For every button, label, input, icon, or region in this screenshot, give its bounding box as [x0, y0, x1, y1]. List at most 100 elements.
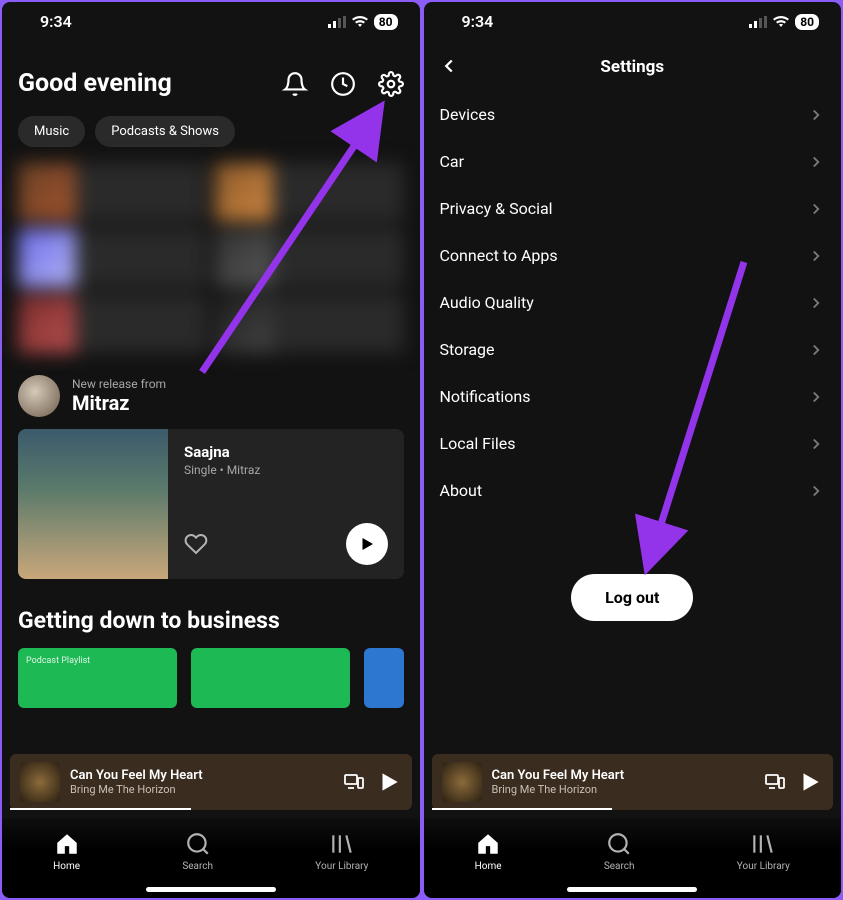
bottom-nav: Home Search Your Library — [2, 818, 420, 898]
now-playing-title: Can You Feel My Heart — [492, 768, 754, 783]
nav-home[interactable]: Home — [475, 831, 502, 872]
battery-level: 80 — [374, 14, 398, 30]
shortcut-tile[interactable] — [215, 295, 404, 353]
progress-bar[interactable] — [432, 808, 613, 810]
podcast-card[interactable] — [364, 648, 404, 708]
settings-row-privacy[interactable]: Privacy & Social — [440, 185, 826, 232]
podcast-badge: Podcast Playlist — [26, 656, 169, 666]
status-icons: 80 — [749, 14, 819, 30]
settings-label: Storage — [440, 340, 495, 359]
devices-icon[interactable] — [342, 770, 366, 794]
home-icon — [54, 831, 80, 857]
settings-label: Devices — [440, 105, 496, 124]
phone-settings: 9:34 80 Settings Devices Car Privacy & S… — [424, 2, 842, 898]
new-release-header[interactable]: New release from Mitraz — [18, 375, 404, 417]
status-time: 9:34 — [40, 12, 72, 31]
devices-icon[interactable] — [763, 770, 787, 794]
nav-search[interactable]: Search — [182, 831, 213, 872]
settings-label: Privacy & Social — [440, 199, 553, 218]
status-time: 9:34 — [462, 12, 494, 31]
nav-library[interactable]: Your Library — [315, 831, 368, 872]
nav-search[interactable]: Search — [604, 831, 635, 872]
now-playing-art — [20, 762, 60, 802]
release-artwork — [18, 429, 168, 579]
settings-row-storage[interactable]: Storage — [440, 326, 826, 373]
chevron-right-icon — [807, 388, 825, 406]
search-icon — [606, 831, 632, 857]
wifi-icon — [772, 15, 790, 28]
bottom-nav: Home Search Your Library — [424, 818, 842, 898]
nav-home-label: Home — [475, 861, 502, 872]
settings-row-devices[interactable]: Devices — [440, 91, 826, 138]
chevron-right-icon — [807, 200, 825, 218]
shortcut-tile[interactable] — [18, 295, 207, 353]
nav-library[interactable]: Your Library — [737, 831, 790, 872]
progress-bar[interactable] — [10, 808, 191, 810]
shortcut-tile[interactable] — [215, 163, 404, 221]
now-playing-bar[interactable]: Can You Feel My Heart Bring Me The Horiz… — [10, 754, 412, 810]
play-icon — [358, 535, 376, 553]
settings-row-connect[interactable]: Connect to Apps — [440, 232, 826, 279]
play-icon[interactable] — [797, 769, 823, 795]
settings-label: Connect to Apps — [440, 246, 558, 265]
settings-label: Audio Quality — [440, 293, 534, 312]
settings-row-notifications[interactable]: Notifications — [440, 373, 826, 420]
nav-library-label: Your Library — [737, 861, 790, 872]
gear-icon[interactable] — [378, 71, 404, 97]
chevron-right-icon — [807, 435, 825, 453]
release-meta: Single • Mitraz — [184, 463, 388, 477]
chip-music[interactable]: Music — [18, 116, 85, 147]
back-button[interactable] — [438, 55, 460, 77]
section-business: Getting down to business — [18, 607, 404, 634]
wifi-icon — [351, 15, 369, 28]
artist-avatar — [18, 375, 60, 417]
nav-search-label: Search — [604, 861, 635, 872]
logout-button[interactable]: Log out — [571, 574, 693, 621]
chevron-right-icon — [807, 341, 825, 359]
bell-icon[interactable] — [282, 71, 308, 97]
play-button[interactable] — [346, 523, 388, 565]
filter-chips: Music Podcasts & Shows — [18, 116, 404, 147]
shortcut-tile[interactable] — [18, 229, 207, 287]
now-playing-bar[interactable]: Can You Feel My Heart Bring Me The Horiz… — [432, 754, 834, 810]
settings-label: About — [440, 481, 483, 500]
home-icon — [475, 831, 501, 857]
settings-header: Settings — [424, 39, 842, 91]
nav-home-label: Home — [53, 861, 80, 872]
library-icon — [329, 831, 355, 857]
podcast-card[interactable]: Podcast Playlist — [18, 648, 177, 708]
chevron-right-icon — [807, 106, 825, 124]
home-indicator — [567, 887, 697, 892]
nav-library-label: Your Library — [315, 861, 368, 872]
settings-row-audio[interactable]: Audio Quality — [440, 279, 826, 326]
now-playing-artist: Bring Me The Horizon — [70, 783, 332, 796]
settings-title: Settings — [600, 57, 664, 77]
business-row[interactable]: Podcast Playlist — [18, 648, 404, 708]
heart-icon[interactable] — [184, 532, 208, 556]
phone-home: 9:34 80 Good evening Music Podcasts & Sh… — [2, 2, 420, 898]
library-icon — [750, 831, 776, 857]
status-bar: 9:34 80 — [2, 2, 420, 39]
chevron-right-icon — [807, 153, 825, 171]
now-playing-title: Can You Feel My Heart — [70, 768, 332, 783]
nav-home[interactable]: Home — [53, 831, 80, 872]
battery-level: 80 — [795, 14, 819, 30]
settings-row-localfiles[interactable]: Local Files — [440, 420, 826, 467]
signal-icon — [749, 16, 767, 28]
settings-label: Car — [440, 152, 465, 171]
now-playing-artist: Bring Me The Horizon — [492, 783, 754, 796]
history-icon[interactable] — [330, 71, 356, 97]
chip-podcasts[interactable]: Podcasts & Shows — [95, 116, 235, 147]
chevron-right-icon — [807, 482, 825, 500]
settings-row-car[interactable]: Car — [440, 138, 826, 185]
shortcut-tile[interactable] — [215, 229, 404, 287]
release-track: Saajna — [184, 443, 388, 461]
play-icon[interactable] — [376, 769, 402, 795]
shortcut-tile[interactable] — [18, 163, 207, 221]
chevron-right-icon — [807, 294, 825, 312]
release-card[interactable]: Saajna Single • Mitraz — [18, 429, 404, 579]
podcast-card[interactable] — [191, 648, 350, 708]
settings-row-about[interactable]: About — [440, 467, 826, 514]
now-playing-art — [442, 762, 482, 802]
status-bar: 9:34 80 — [424, 2, 842, 39]
